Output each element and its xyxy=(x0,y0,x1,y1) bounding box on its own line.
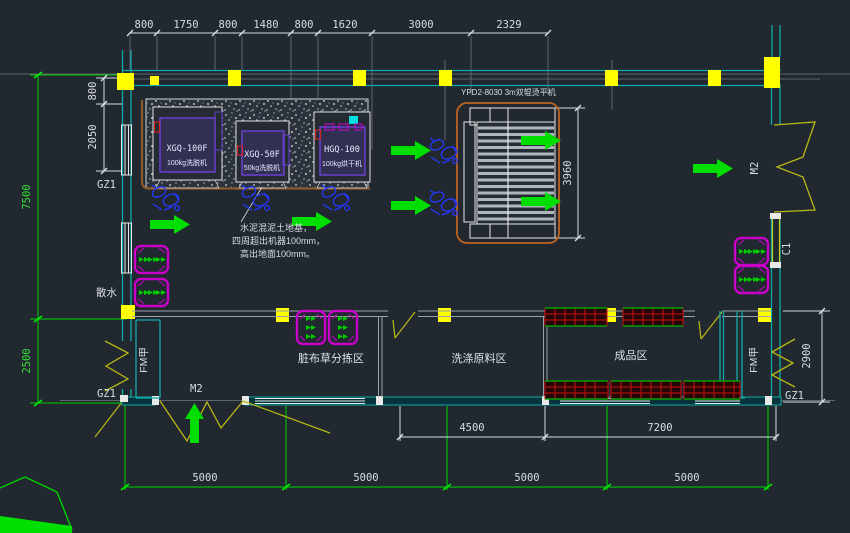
gz1-bottom-left: GZ1 xyxy=(97,388,116,400)
dim-5000-2: 5000 xyxy=(353,472,378,484)
dimension-ironer-3960: 3960 xyxy=(552,105,585,241)
door-m2-bottom-label: M2 xyxy=(190,383,203,395)
door-m2-right-label: M2 xyxy=(749,162,761,175)
linen-carts xyxy=(135,238,768,344)
washer-xgq50f: XGQ-50F 50kg洗脱机 xyxy=(236,121,289,188)
dim-bottom-4500: 4500 xyxy=(459,422,484,434)
grid-lines-green xyxy=(125,403,768,490)
dim-top-1480: 1480 xyxy=(253,19,278,31)
dim-top-800c: 800 xyxy=(295,19,314,31)
dim-bottom-7200: 7200 xyxy=(647,422,672,434)
note-line-2: 四周超出机器100mm， xyxy=(232,235,325,246)
washer1-spec: 100kg洗脱机 xyxy=(167,158,207,167)
apron-label: 散水 xyxy=(96,286,117,299)
dim-top-3000: 3000 xyxy=(408,19,433,31)
washer2-spec: 50kg洗脱机 xyxy=(244,163,280,172)
dryer-model: HGQ-100 xyxy=(324,145,360,155)
dim-top-1750: 1750 xyxy=(173,19,198,31)
note-line-1: 水泥混泥土地基， xyxy=(240,222,312,233)
dim-5000-1: 5000 xyxy=(192,472,217,484)
window-c1-label: C1 xyxy=(781,243,793,256)
dim-left-7500: 7500 xyxy=(21,184,33,209)
dimension-chain-left-green: 7500 2500 xyxy=(21,72,127,406)
dim-top-800a: 800 xyxy=(135,19,154,31)
dryer-spec: 100kg烘干机 xyxy=(322,159,362,168)
ironer-label: YPD2-8030 3m双辊烫平机 xyxy=(461,87,556,97)
dryer-cyan-part xyxy=(349,116,358,124)
washer1-model: XGQ-100F xyxy=(167,144,208,154)
dryer-hgq100: HGQ-100 100kg烘干机 xyxy=(314,112,370,188)
door-m2-right xyxy=(774,122,815,212)
fire-door-right-label: FM甲 xyxy=(748,347,760,373)
dim-left-800: 800 xyxy=(87,82,99,101)
dimension-chain-bottom-inner: 4500 7200 xyxy=(397,406,779,441)
note-line-3: 高出地面100mm。 xyxy=(240,248,315,259)
dim-top-1620: 1620 xyxy=(332,19,357,31)
floor-plan-drawing: 800 1750 800 1480 800 1620 3000 2329 750… xyxy=(0,0,850,533)
washer-xgq100f: XGQ-100F 100kg洗脱机 xyxy=(153,107,222,188)
dim-5000-4: 5000 xyxy=(674,472,699,484)
dim-left-2050: 2050 xyxy=(87,124,99,149)
grid-centerlines xyxy=(0,36,850,401)
dim-top-800b: 800 xyxy=(219,19,238,31)
room-finished-label: 成品区 xyxy=(615,349,648,362)
door-m2-bottom xyxy=(160,401,330,441)
washer2-model: XGQ-50F xyxy=(244,150,280,160)
room-raw-material-label: 洗涤原料区 xyxy=(452,351,507,365)
green-wedge xyxy=(0,516,72,533)
gz1-top-left: GZ1 xyxy=(97,179,116,191)
dim-left-2500: 2500 xyxy=(21,348,33,373)
site-boundary xyxy=(0,402,122,533)
dimension-chain-top: 800 1750 800 1480 800 1620 3000 2329 xyxy=(127,19,551,36)
dim-top-2329: 2329 xyxy=(496,19,521,31)
ironer-machine: YPD2-8030 3m双辊烫平机 xyxy=(457,87,559,243)
room-sorting-label: 脏布草分拣区 xyxy=(298,351,364,365)
fire-door-left-label: FM甲 xyxy=(138,347,150,373)
dim-right-2900: 2900 xyxy=(801,343,813,368)
cad-viewport: 800 1750 800 1480 800 1620 3000 2329 750… xyxy=(0,0,850,533)
text-labels: GZ1 GZ1 GZ1 M2 M2 C1 FM甲 FM甲 散水 水泥混泥土地基，… xyxy=(96,162,804,402)
dimension-chain-left-inner: 800 2050 xyxy=(87,75,122,174)
dim-5000-3: 5000 xyxy=(514,472,539,484)
gz1-bottom-right: GZ1 xyxy=(785,390,804,402)
dim-right-3960: 3960 xyxy=(562,160,574,185)
